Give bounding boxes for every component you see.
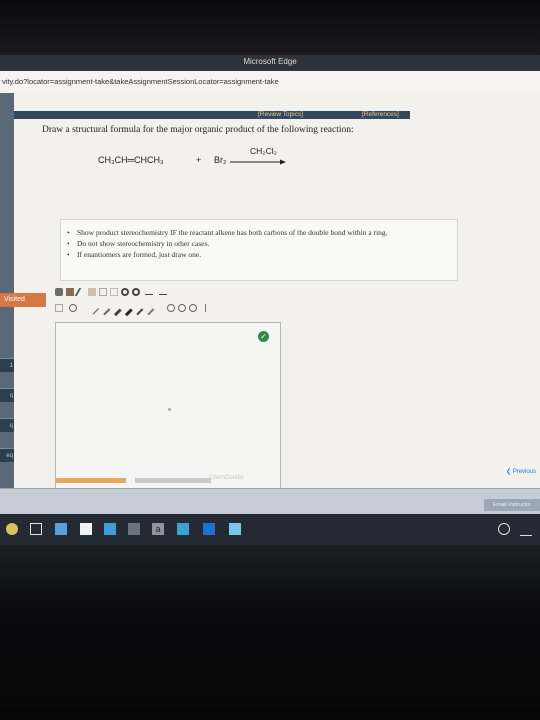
zoom-in-icon[interactable]: [121, 288, 129, 296]
charge-minus-icon[interactable]: [159, 286, 167, 295]
app-icon[interactable]: [104, 523, 116, 535]
ring-dropdown-icon[interactable]: [189, 304, 197, 312]
wedge-bond-icon[interactable]: [119, 302, 133, 317]
cursor-marker: [168, 408, 171, 411]
ring-6-icon[interactable]: [178, 304, 186, 312]
references-link[interactable]: [References]: [362, 111, 399, 119]
search-icon[interactable]: [6, 523, 18, 535]
store-icon[interactable]: [80, 523, 92, 535]
wifi-icon[interactable]: [498, 523, 510, 535]
address-bar[interactable]: vity.do?locator=assignment-take&takeAssi…: [0, 71, 540, 94]
ring-3-icon[interactable]: [167, 304, 175, 312]
review-topics-link[interactable]: [Review Topics]: [258, 111, 303, 119]
drawing-canvas[interactable]: ✓ ChemDoodle: [55, 322, 281, 494]
text-app-icon[interactable]: a: [152, 523, 164, 535]
topic-bar: [14, 111, 410, 119]
left-tab-1[interactable]: 1: [0, 358, 14, 372]
page-content: 1 q q eq Visited [Review Topics] [Refere…: [0, 93, 540, 494]
solvent-label: CH₂Cl₂: [250, 146, 277, 156]
settings-icon[interactable]: [128, 523, 140, 535]
file-explorer-icon[interactable]: [55, 523, 67, 535]
clear-icon[interactable]: [55, 288, 63, 296]
reaction-arrow-icon: [230, 159, 286, 165]
weather-icon[interactable]: [229, 523, 241, 535]
email-instructor-button[interactable]: Email Instructor: [484, 499, 540, 511]
photos-icon[interactable]: [177, 523, 189, 535]
eraser-icon[interactable]: [66, 288, 74, 296]
instructions-box: • Show product stereochemistry IF the rea…: [60, 219, 458, 281]
bond-dropdown-icon[interactable]: [141, 302, 155, 316]
visited-tab[interactable]: Visited: [0, 293, 46, 307]
reactant-alkene: CH₃CH═CHCH₃: [98, 155, 164, 165]
left-nav-strip: 1 q q eq: [0, 93, 14, 488]
drawing-toolbar: [55, 286, 281, 317]
plus-sign: +: [196, 155, 202, 165]
progress-segment-answered: [56, 478, 126, 483]
reactant-bromine: Br₂: [214, 155, 227, 165]
charge-dropdown-icon[interactable]: [69, 304, 77, 312]
zoom-out-icon[interactable]: [132, 288, 140, 296]
instruction-item: • Show product stereochemistry IF the rea…: [67, 228, 388, 237]
charge-plus-icon[interactable]: [145, 286, 153, 295]
left-tab-2[interactable]: q: [0, 388, 14, 402]
check-icon[interactable]: ✓: [258, 331, 269, 342]
url-text[interactable]: vity.do?locator=assignment-take&takeAssi…: [2, 77, 279, 86]
previous-button[interactable]: ❮ Previous: [506, 468, 536, 475]
taskbar: a: [0, 514, 540, 545]
footer-band: Email Instructor: [0, 488, 540, 515]
progress-segment-remaining: [135, 478, 211, 483]
left-tab-4[interactable]: eq: [0, 448, 14, 462]
task-view-icon[interactable]: [30, 523, 42, 535]
monitor-bezel-top: [0, 0, 540, 55]
move-icon[interactable]: [110, 288, 118, 296]
template-icon[interactable]: [205, 304, 214, 312]
question-prompt: Draw a structural formula for the major …: [42, 125, 354, 135]
chemdoodle-watermark: ChemDoodle: [209, 475, 245, 481]
lasso-icon[interactable]: [88, 288, 96, 296]
screen: Microsoft Edge vity.do?locator=assignmen…: [0, 55, 540, 545]
volume-icon[interactable]: [520, 523, 532, 536]
instruction-item: • If enantiomers are formed, just draw on…: [67, 250, 202, 259]
carbon-dropdown-icon[interactable]: [55, 304, 63, 312]
app-title: Microsoft Edge: [243, 57, 297, 66]
edge-browser-icon[interactable]: [203, 523, 215, 535]
title-bar: Microsoft Edge: [0, 55, 540, 71]
instruction-item: • Do not show stereochemistry in other ca…: [67, 239, 210, 248]
previous-label: Previous: [512, 469, 537, 475]
select-icon[interactable]: [99, 288, 107, 296]
monitor-bezel-bottom: [0, 545, 540, 720]
left-tab-3[interactable]: q: [0, 418, 14, 432]
